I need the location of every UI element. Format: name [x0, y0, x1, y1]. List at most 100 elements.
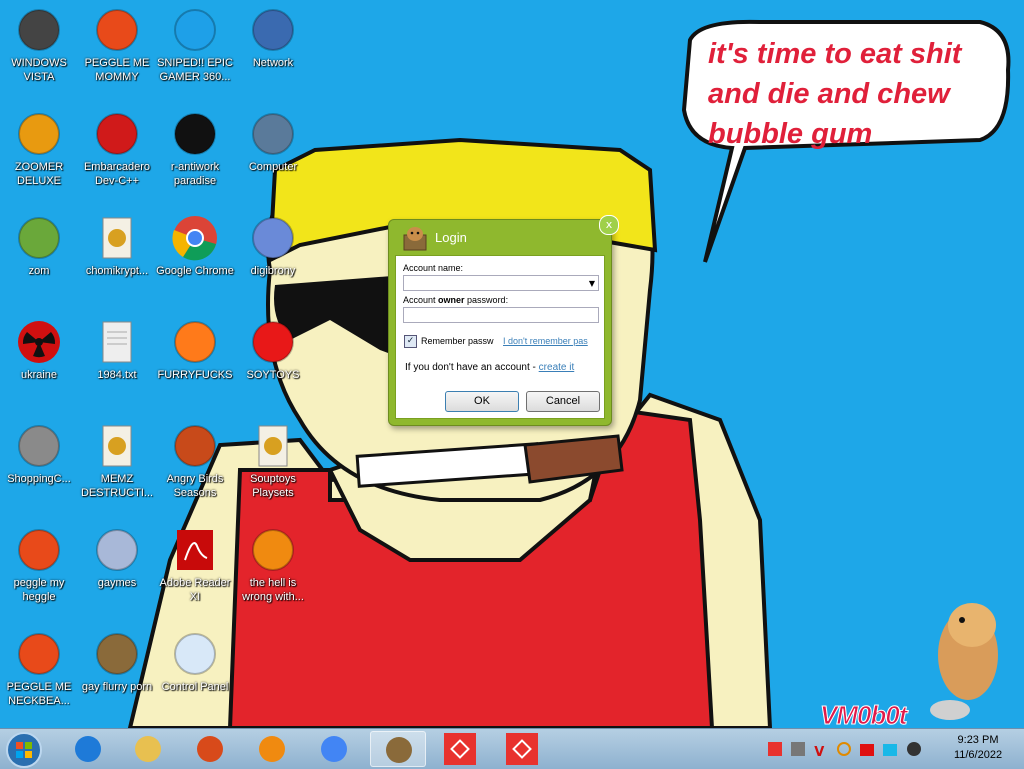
antiwork-icon	[174, 113, 216, 155]
desktop-icon[interactable]: gay flurry porn	[78, 630, 156, 694]
desktop-icon[interactable]: WINDOWS VISTA	[0, 6, 78, 84]
close-icon[interactable]: x	[599, 215, 619, 235]
desktop-icon[interactable]: gaymes	[78, 526, 156, 590]
taskbar-button[interactable]	[306, 731, 362, 767]
ok-button[interactable]: OK	[445, 391, 519, 412]
desktop-icon[interactable]: Angry Birds Seasons	[156, 422, 234, 500]
anydesk-tray-icon[interactable]	[768, 742, 782, 756]
desktop-icon[interactable]: ukraine	[0, 318, 78, 382]
anydesk-icon	[506, 733, 538, 765]
angry-birds-icon	[174, 425, 216, 467]
login-dialog: Login x Account name: ▼ Account owner pa…	[388, 215, 619, 426]
firefox-icon	[174, 321, 216, 363]
desktop-icon[interactable]: Network	[234, 6, 312, 70]
desktop-icon-label: ShoppingC...	[7, 473, 71, 485]
desktop-icon[interactable]: ZOOMER DELUXE	[0, 110, 78, 188]
internet-explorer-icon	[75, 736, 101, 762]
desktop-icon-label: Angry Birds Seasons	[166, 473, 224, 499]
text-file-icon	[102, 321, 132, 363]
desktop-icon[interactable]: SNIPED!! EPIC GAMER 360...	[156, 6, 234, 84]
system-tray: V	[768, 741, 921, 760]
desktop-icon-label: Adobe Reader XI	[159, 577, 231, 603]
anydesk-icon	[444, 733, 476, 765]
bbq-grill-icon	[18, 9, 60, 51]
desktop-icon-label: ZOOMER DELUXE	[14, 161, 64, 187]
desktop-icon[interactable]: Google Chrome	[156, 214, 234, 278]
desktop-icon-label: SOYTOYS	[246, 369, 300, 381]
search-tray-icon[interactable]	[837, 742, 852, 756]
shortcut-file-icon	[102, 217, 132, 259]
desktop-icon[interactable]: FURRYFUCKS	[156, 318, 234, 382]
peggle-icon	[18, 633, 60, 675]
account-name-label: Account name:	[403, 263, 464, 273]
desktop-icon[interactable]: peggle my heggle	[0, 526, 78, 604]
uc-browser-icon	[259, 736, 285, 762]
v-tray-icon[interactable]: V	[814, 745, 828, 760]
desktop-icon[interactable]: SOYTOYS	[234, 318, 312, 382]
desktop-icon-label: Computer	[248, 161, 298, 173]
desktop-icon[interactable]: MEMZ DESTRUCTI...	[78, 422, 156, 500]
taskbar-button[interactable]	[182, 731, 238, 767]
create-account-link[interactable]: create it	[539, 362, 575, 373]
desktop-icon-label: digibrony	[250, 265, 296, 277]
desktop-icon-label: Souptoys Playsets	[250, 473, 296, 499]
volume-tray-icon[interactable]	[906, 742, 921, 756]
desktop-icon-label: 1984.txt	[97, 369, 137, 381]
forgot-password-link[interactable]: I don't remember pas	[503, 336, 601, 346]
clock-time: 9:23 PM	[957, 734, 999, 746]
desktop-icon[interactable]: PEGGLE ME NECKBEA...	[0, 630, 78, 708]
desktop-icon-label: zom	[28, 265, 50, 277]
desktop-icon[interactable]: r-antiwork paradise	[156, 110, 234, 188]
network-icon	[252, 9, 294, 51]
desktop-icon[interactable]: Control Panel	[156, 630, 234, 694]
desktop-icon-label: r-antiwork paradise	[170, 161, 220, 187]
chevron-down-icon[interactable]: ▼	[589, 279, 595, 288]
control-panel-icon	[174, 633, 216, 675]
taskbar-button[interactable]	[370, 731, 426, 767]
account-name-combobox[interactable]: ▼	[403, 275, 599, 291]
peggle-icon	[18, 529, 60, 571]
desktop-icon-label: MEMZ DESTRUCTI...	[80, 473, 154, 499]
taskbar-button[interactable]	[432, 731, 488, 767]
clock[interactable]: 9:23 PM 11/6/2022	[940, 733, 1016, 763]
desktop-icon[interactable]: Souptoys Playsets	[234, 422, 312, 500]
desktop-icon[interactable]: the hell is wrong with...	[234, 526, 312, 604]
speech-bubble-text: it's time to eat shit and die and chew b…	[708, 38, 962, 150]
adobe-reader-icon	[177, 530, 213, 570]
desktop-icon[interactable]: zom	[0, 214, 78, 278]
desktop-icon-label: peggle my heggle	[13, 577, 65, 603]
desktop-icon[interactable]: chomikrypt...	[78, 214, 156, 278]
zuma-icon	[18, 113, 60, 155]
desktop-icon[interactable]: ShoppingC...	[0, 422, 78, 486]
desktop-icon[interactable]: Embarcadero Dev-C++	[78, 110, 156, 188]
cancel-button[interactable]: Cancel	[526, 391, 600, 412]
display-tray-icon[interactable]	[883, 744, 898, 756]
taskbar-button[interactable]	[120, 731, 176, 767]
network-tray-icon[interactable]	[791, 742, 806, 756]
desktop-icon[interactable]: PEGGLE ME MOMMY	[78, 6, 156, 84]
explorer-icon	[135, 736, 161, 762]
taskbar: V 9:23 PM 11/6/2022	[0, 728, 1024, 769]
shortcut-file-icon	[258, 425, 288, 467]
start-button[interactable]	[4, 731, 44, 769]
desktop-icon[interactable]: Computer	[234, 110, 312, 174]
digibrony-icon	[252, 217, 294, 259]
shortcut-file-icon	[102, 425, 132, 467]
desktop-icon[interactable]: 1984.txt	[78, 318, 156, 382]
games-folder-icon	[96, 529, 138, 571]
taskbar-button[interactable]	[494, 731, 550, 767]
desktop-icon-label: Google Chrome	[156, 265, 234, 277]
desktop-icon[interactable]: digibrony	[234, 214, 312, 278]
taskbar-button[interactable]	[244, 731, 300, 767]
desktop-icon-label: ukraine	[20, 369, 58, 381]
bonzi-box-icon	[96, 633, 138, 675]
taskbar-button[interactable]	[60, 731, 116, 767]
desktop-icon-label: chomikrypt...	[85, 265, 149, 277]
clock-date: 11/6/2022	[953, 749, 1003, 761]
desktop-icon-label: Network	[252, 57, 294, 69]
remember-checkbox[interactable]: ✓	[404, 335, 417, 348]
desktop-icon[interactable]: Adobe Reader XI	[156, 526, 234, 604]
login-title: Login	[435, 230, 467, 245]
password-input[interactable]	[403, 307, 599, 323]
flag-tray-icon[interactable]	[860, 744, 875, 756]
